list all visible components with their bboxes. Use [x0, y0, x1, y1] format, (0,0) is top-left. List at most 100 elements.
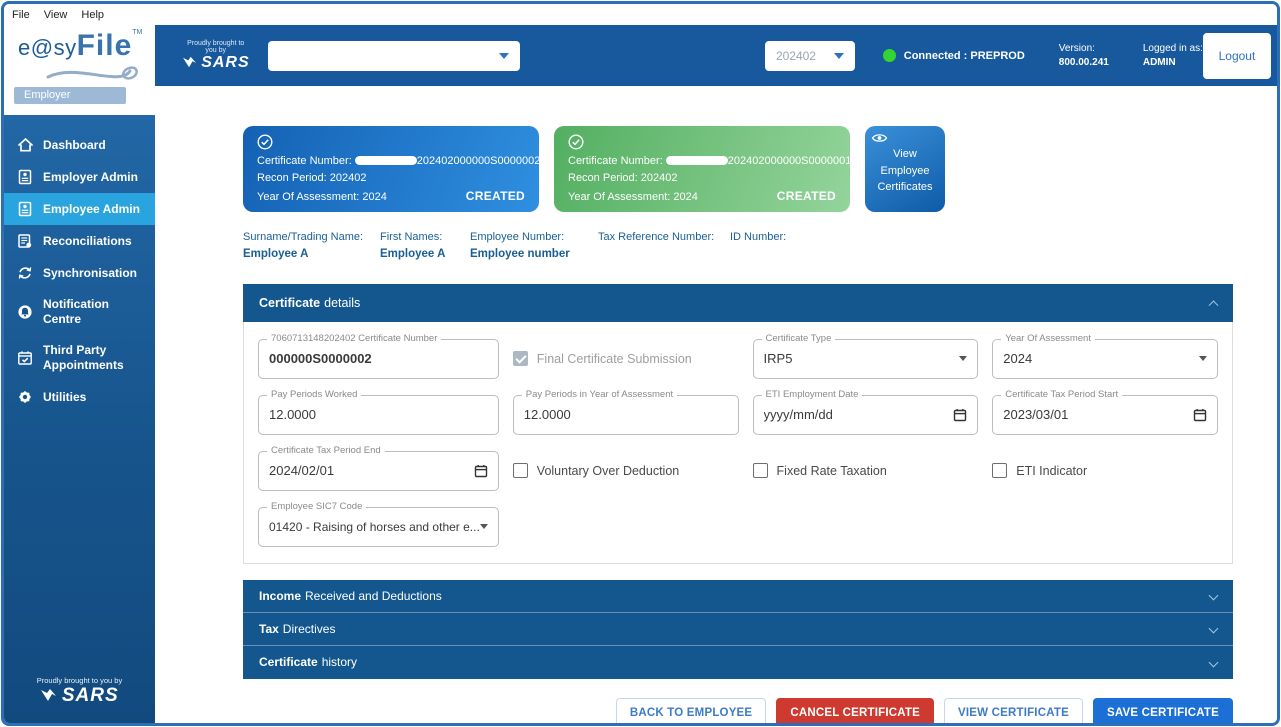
view-btn-line: View	[871, 146, 939, 163]
check-circle-icon	[257, 134, 273, 150]
menu-view[interactable]: View	[44, 9, 68, 21]
document-icon	[16, 233, 34, 249]
sidebar-item-label: Third Party Appointments	[43, 343, 135, 373]
chevron-down-icon	[1209, 657, 1219, 667]
logout-button[interactable]: Logout	[1203, 33, 1271, 79]
employee-tax-reference: Tax Reference Number:	[598, 229, 730, 263]
pay-periods-worked-field[interactable]: Pay Periods Worked 12.0000	[258, 395, 499, 435]
employee-sic7-code-select[interactable]: Employee SIC7 Code 01420 - Raising of ho…	[258, 507, 499, 547]
certificate-tax-period-end-field[interactable]: Certificate Tax Period End 2024/02/01	[258, 451, 499, 491]
chevron-up-icon	[1209, 301, 1219, 311]
section-title-rest: details	[324, 296, 360, 310]
sidebar-item-reconciliations[interactable]: Reconciliations	[4, 225, 155, 257]
sidebar-item-dashboard[interactable]: Dashboard	[4, 129, 155, 161]
menu-help[interactable]: Help	[81, 9, 104, 21]
view-certificate-button[interactable]: VIEW CERTIFICATE	[944, 698, 1083, 723]
chevron-down-icon	[834, 53, 844, 59]
certificate-history-section-header[interactable]: Certificate history	[243, 646, 1233, 679]
employer-select[interactable]	[268, 41, 520, 71]
home-icon	[16, 137, 34, 153]
employee-number: Employee Number:Employee number	[470, 229, 598, 263]
sidebar-item-label: Utilities	[43, 390, 86, 405]
pay-periods-in-year-field[interactable]: Pay Periods in Year of Assessment 12.000…	[513, 395, 739, 435]
checkbox-icon[interactable]	[992, 463, 1007, 478]
sidebar-item-employee-admin[interactable]: Employee Admin	[4, 193, 155, 225]
app-window: File View Help e@syFileTM Employer	[1, 1, 1280, 726]
certificate-number-value: 202402000000S0000002	[417, 155, 541, 167]
sidebar: Dashboard Employer Admin Employee Admin	[4, 115, 155, 723]
sidebar-item-label: Reconciliations	[43, 234, 132, 249]
certificate-tax-period-start-field[interactable]: Certificate Tax Period Start 2023/03/01	[992, 395, 1218, 435]
year-of-assessment-select[interactable]: Year Of Assessment 2024	[992, 339, 1218, 379]
bell-icon	[16, 304, 34, 320]
certificate-card-green[interactable]: Certificate Number:202402000000S0000001 …	[554, 126, 850, 212]
sidebar-item-employer-admin[interactable]: Employer Admin	[4, 161, 155, 193]
id-card-icon	[16, 201, 34, 217]
version-value: 800.00.241	[1059, 56, 1109, 70]
certificate-number-field[interactable]: 7060713148202402 Certificate Number 0000…	[258, 339, 499, 379]
logo-easy-text: e@sy	[18, 35, 77, 60]
main-content: Certificate Number:202402000000S0000002 …	[155, 86, 1277, 723]
logged-in-label: Logged in as:	[1143, 42, 1203, 56]
sars-tagline: Proudly brought to you by	[181, 40, 250, 54]
sidebar-item-label: Employer Admin	[43, 170, 138, 185]
chevron-down-icon	[499, 53, 509, 59]
certificate-details-panel: Certificate details 7060713148202402 Cer…	[243, 284, 1233, 564]
logged-in-value: ADMIN	[1143, 56, 1203, 70]
year-of-assessment: Year Of Assessment: 2024	[568, 191, 698, 203]
employee-first-names: First Names:Employee A	[380, 229, 470, 263]
employee-surname: Surname/Trading Name:Employee A	[243, 229, 380, 263]
sars-brand-text: SARS	[62, 685, 119, 706]
sidebar-item-synchronisation[interactable]: Synchronisation	[4, 257, 155, 289]
checkbox-icon[interactable]	[753, 463, 768, 478]
sidebar-item-label: Notification Centre	[43, 297, 149, 327]
certificate-details-header[interactable]: Certificate details	[243, 284, 1233, 322]
recon-period: Recon Period: 202402	[257, 172, 525, 184]
certificate-number-value: 202402000000S0000001	[728, 155, 852, 167]
certificate-card-blue[interactable]: Certificate Number:202402000000S0000002 …	[243, 126, 539, 212]
sidebar-item-label: Synchronisation	[43, 266, 137, 281]
connection-status-text: Connected : PREPROD	[904, 50, 1025, 62]
status-dot-icon	[883, 49, 896, 62]
menu-file[interactable]: File	[12, 9, 30, 21]
view-employee-certificates-button[interactable]: View Employee Certificates	[865, 126, 945, 212]
view-btn-line: Employee	[871, 163, 939, 180]
tax-directives-section-header[interactable]: Tax Directives	[243, 613, 1233, 646]
year-of-assessment: Year Of Assessment: 2024	[257, 191, 387, 203]
sidebar-item-utilities[interactable]: Utilities	[4, 381, 155, 413]
calendar-icon[interactable]	[953, 408, 967, 422]
sidebar-item-third-party-appointments[interactable]: Third Party Appointments	[4, 335, 155, 381]
employer-badge: Employer	[14, 87, 126, 104]
eti-employment-date-field[interactable]: ETI Employment Date yyyy/mm/dd	[753, 395, 979, 435]
sidebar-item-label: Employee Admin	[43, 202, 140, 217]
eti-indicator-checkbox[interactable]: ETI Indicator	[992, 451, 1218, 491]
eye-icon	[871, 132, 888, 144]
employee-id-number: ID Number:	[730, 229, 786, 263]
income-received-section-header[interactable]: Income Received and Deductions	[243, 580, 1233, 613]
chevron-down-icon	[1199, 356, 1207, 361]
back-to-employee-button[interactable]: BACK TO EMPLOYEE	[616, 698, 766, 723]
sidebar-item-notification-centre[interactable]: Notification Centre	[4, 289, 155, 335]
check-circle-icon	[568, 134, 584, 150]
menu-bar: File View Help	[4, 4, 1277, 25]
checkbox-icon[interactable]	[513, 463, 528, 478]
certificate-type-select[interactable]: Certificate Type IRP5	[753, 339, 979, 379]
employee-info-row: Surname/Trading Name:Employee A First Na…	[243, 229, 1233, 263]
view-btn-line: Certificates	[871, 179, 939, 196]
chevron-down-icon	[959, 356, 967, 361]
final-certificate-submission-checkbox: Final Certificate Submission	[513, 339, 739, 379]
cancel-certificate-button[interactable]: CANCEL CERTIFICATE	[776, 698, 934, 723]
connection-status: Connected : PREPROD	[883, 49, 1025, 62]
status-badge: CREATED	[466, 189, 525, 203]
fixed-rate-taxation-checkbox[interactable]: Fixed Rate Taxation	[753, 451, 979, 491]
calendar-icon[interactable]	[474, 464, 488, 478]
chevron-down-icon	[1209, 624, 1219, 634]
top-header-bar: Proudly brought to you by SARS 202402	[155, 25, 1277, 86]
period-select-value: 202402	[776, 49, 816, 63]
period-select[interactable]: 202402	[765, 41, 855, 71]
save-certificate-button[interactable]: SAVE CERTIFICATE	[1093, 698, 1233, 723]
chevron-down-icon	[480, 524, 488, 529]
gear-icon	[16, 389, 34, 405]
calendar-icon[interactable]	[1193, 408, 1207, 422]
voluntary-over-deduction-checkbox[interactable]: Voluntary Over Deduction	[513, 451, 739, 491]
